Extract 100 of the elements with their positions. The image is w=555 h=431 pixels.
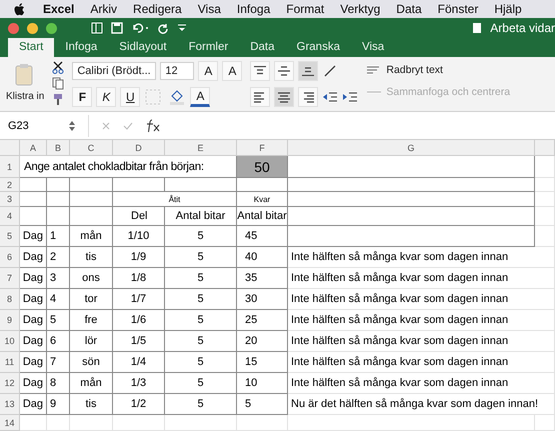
table-cell: 40 (237, 247, 288, 268)
ribbon-tab[interactable]: Start (8, 38, 54, 57)
row-header[interactable]: 5 (0, 226, 20, 247)
table-cell: 1/7 (113, 289, 165, 310)
menu-item[interactable]: Verktyg (332, 0, 388, 18)
menu-item[interactable]: Visa (190, 0, 229, 18)
italic-button[interactable]: K (96, 87, 116, 107)
table-cell[interactable] (288, 178, 535, 192)
table-cell: 5 (165, 226, 237, 247)
table-cell[interactable] (288, 226, 535, 247)
row-header[interactable]: 3 (0, 192, 20, 207)
apple-icon[interactable] (14, 2, 25, 16)
table-cell: Dag (20, 310, 47, 331)
menu-item[interactable]: Redigera (125, 0, 190, 18)
paste-button[interactable]: Klistra in (6, 91, 44, 102)
table-cell[interactable] (165, 178, 237, 192)
table-cell[interactable] (70, 207, 113, 226)
row-header[interactable]: 11 (0, 352, 20, 373)
table-cell[interactable] (47, 192, 70, 207)
table-cell: 5 (165, 289, 237, 310)
bold-button[interactable]: F (72, 87, 92, 107)
name-box[interactable]: G23 (0, 120, 68, 132)
table-cell[interactable] (113, 178, 165, 192)
menu-item[interactable]: Format (278, 0, 332, 18)
ribbon-tab[interactable]: Granska (286, 38, 351, 57)
sidebar-icon[interactable] (91, 22, 103, 34)
row-header[interactable]: 12 (0, 373, 20, 394)
table-cell: Dag (20, 352, 47, 373)
menu-item[interactable]: Hjälp (486, 0, 530, 18)
wrap-text-button[interactable]: Radbryt text (366, 64, 510, 76)
column-header[interactable]: B (47, 140, 70, 156)
vertical-align-button[interactable] (274, 61, 294, 81)
zoom-icon[interactable] (46, 22, 57, 34)
row-header[interactable]: 9 (0, 310, 20, 331)
row-header[interactable]: 4 (0, 207, 20, 226)
table-cell[interactable] (288, 207, 535, 226)
column-header[interactable]: D (113, 140, 165, 156)
column-header[interactable]: A (20, 140, 47, 156)
ribbon-tab[interactable]: Formler (178, 38, 240, 57)
undo-icon[interactable] (131, 22, 149, 34)
table-cell[interactable] (20, 192, 47, 207)
table-cell[interactable] (47, 207, 70, 226)
cancel-icon[interactable] (101, 120, 111, 130)
underline-button[interactable]: U (120, 87, 140, 107)
horizontal-align-button[interactable] (274, 87, 294, 107)
table-cell[interactable] (47, 178, 70, 192)
table-cell[interactable] (20, 207, 47, 226)
ribbon-tab[interactable]: Visa (350, 38, 396, 57)
row-header[interactable]: 6 (0, 247, 20, 268)
customize-icon[interactable] (177, 23, 187, 33)
table-cell: 35 (237, 268, 288, 289)
row-header[interactable]: 10 (0, 331, 20, 352)
row-header[interactable]: 7 (0, 268, 20, 289)
comment-text: Nu är det hälften så många kvar som dagen innan! (288, 394, 555, 415)
column-header[interactable]: G (288, 140, 535, 156)
table-cell[interactable] (70, 178, 113, 192)
redo-icon[interactable] (157, 22, 169, 34)
column-header[interactable]: E (165, 140, 237, 156)
row-header[interactable]: 14 (0, 415, 20, 431)
confirm-icon[interactable] (123, 120, 133, 130)
row-header[interactable]: 1 (0, 156, 20, 178)
ribbon-tab[interactable]: Data (239, 38, 286, 57)
menu-item[interactable]: Arkiv (82, 0, 126, 18)
minimize-icon[interactable] (27, 22, 38, 34)
menu-item[interactable]: Fönster (430, 0, 486, 18)
app-menu[interactable]: Excel (35, 0, 82, 18)
copy-icon[interactable] (52, 77, 64, 90)
shrink-font-button[interactable]: A (222, 61, 242, 81)
font-name-field[interactable]: Calibri (Brödt... (72, 62, 156, 80)
function-icon[interactable] (145, 118, 161, 132)
stepper-icon[interactable] (68, 120, 76, 132)
vertical-align-button[interactable] (250, 61, 270, 81)
column-header[interactable]: C (70, 140, 113, 156)
row-header[interactable]: 2 (0, 178, 20, 192)
font-size-field[interactable]: 12 (160, 62, 194, 80)
input-cell[interactable]: 50 (237, 156, 288, 178)
ribbon-tab[interactable]: Infoga (54, 38, 108, 57)
horizontal-align-button[interactable] (298, 87, 318, 107)
vertical-align-button[interactable] (298, 61, 318, 81)
table-cell: 25 (237, 310, 288, 331)
save-icon[interactable] (111, 22, 123, 34)
horizontal-align-button[interactable] (250, 87, 270, 107)
grow-font-button[interactable]: A (198, 61, 218, 81)
table-cell[interactable] (288, 156, 535, 178)
menu-item[interactable]: Data (388, 0, 430, 18)
menu-item[interactable]: Infoga (228, 0, 278, 18)
close-icon[interactable] (8, 22, 19, 34)
fill-color-icon[interactable] (168, 88, 186, 106)
table-cell[interactable] (70, 192, 113, 207)
paintbrush-icon[interactable] (52, 93, 64, 106)
decrease-indent-icon[interactable] (322, 90, 338, 104)
row-header[interactable]: 8 (0, 289, 20, 310)
ribbon-tab[interactable]: Sidlayout (108, 38, 178, 57)
increase-indent-icon[interactable] (342, 90, 358, 104)
column-header[interactable]: F (237, 140, 288, 156)
table-cell[interactable] (20, 178, 47, 192)
row-header[interactable]: 13 (0, 394, 20, 415)
table-cell[interactable] (288, 192, 535, 207)
font-color-button[interactable]: A (190, 87, 210, 107)
scissors-icon[interactable] (52, 61, 64, 74)
